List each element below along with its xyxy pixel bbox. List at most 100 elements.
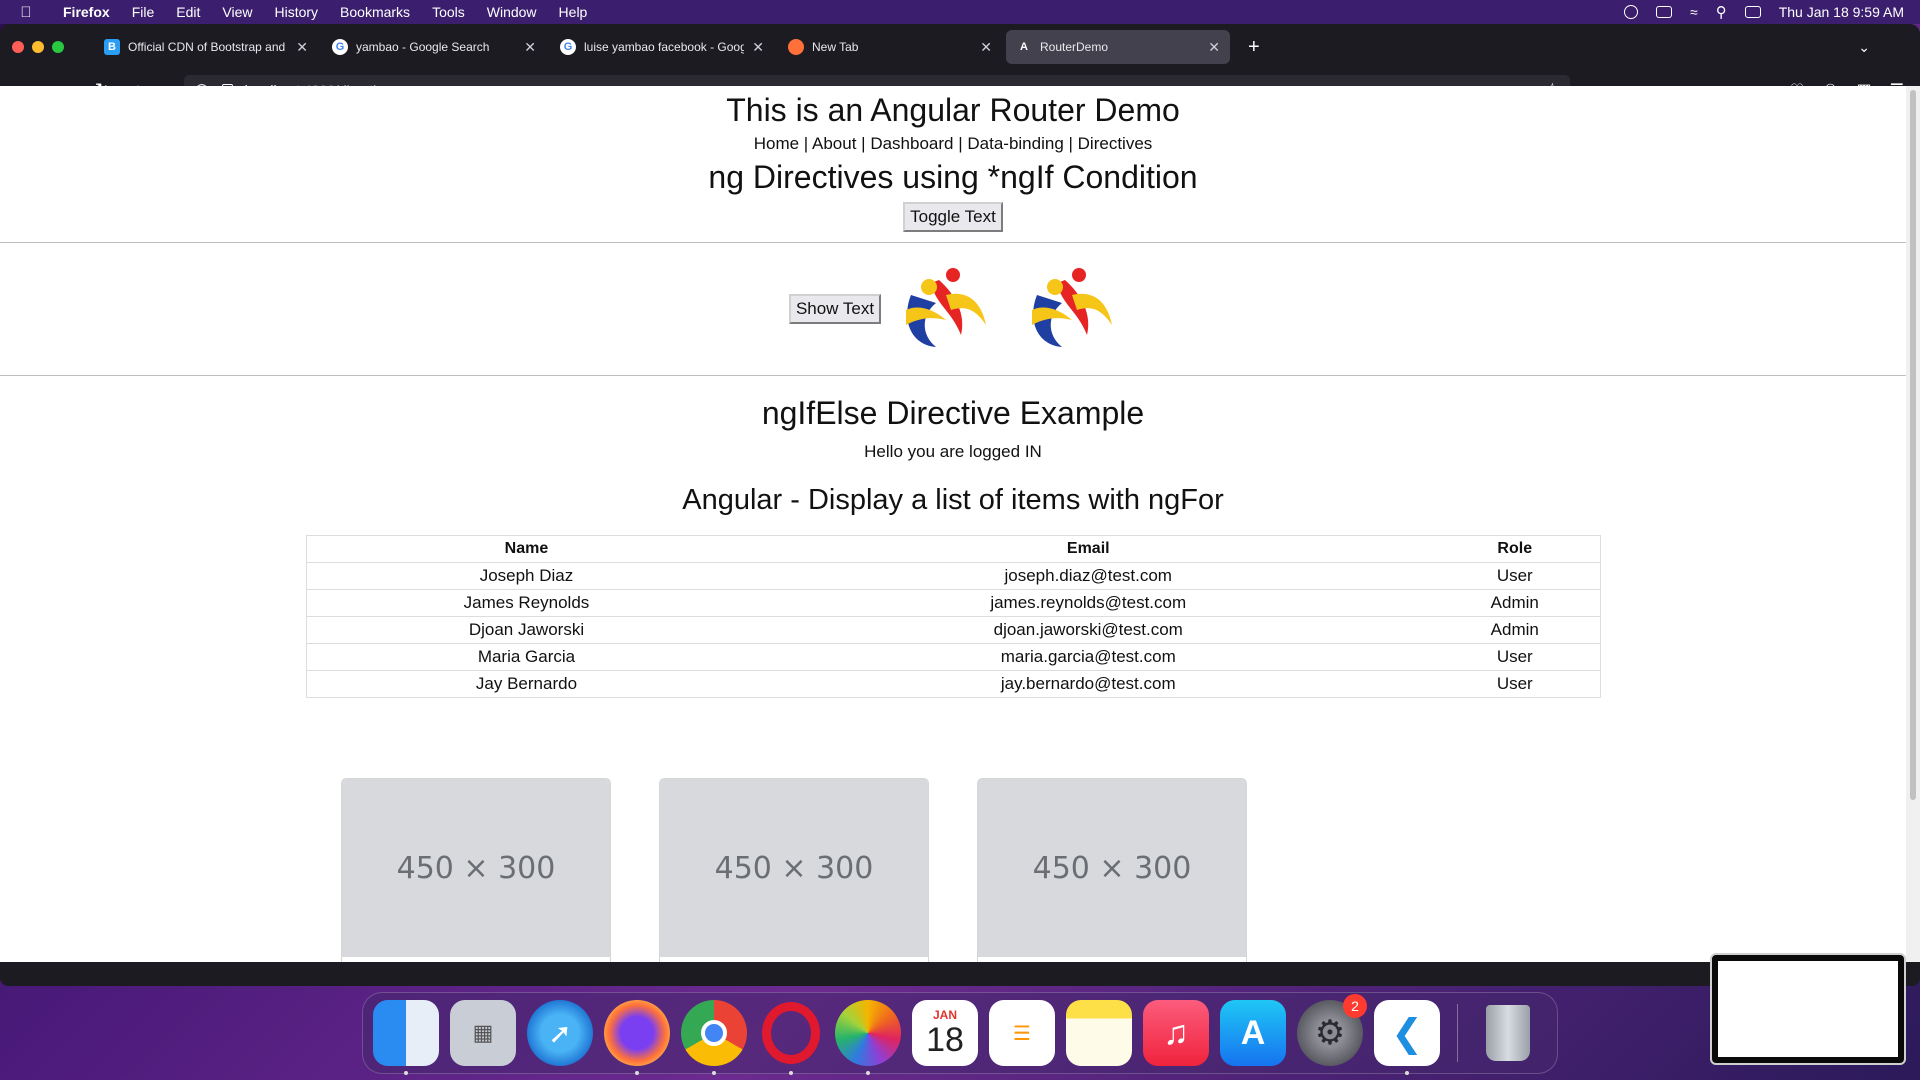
calendar-day: 18 [926,1021,964,1059]
tab-title: luise yambao facebook - Googl [584,40,745,54]
system-settings-icon[interactable]: ⚙ 2 [1297,994,1367,1066]
spotlight-search-icon[interactable]: ⚲ [1716,3,1727,21]
menu-help[interactable]: Help [548,4,599,20]
thumbnail-image [1718,961,1898,1057]
macos-dock: ▦ ➚ JAN 18 ☰ ♫ A ⚙ 2 ❮ [362,992,1558,1075]
vscode-icon[interactable]: ❮ [1374,1000,1440,1075]
running-indicator [866,1071,870,1075]
router-nav-links: Home | About | Dashboard | Data-binding … [753,134,1153,153]
music-icon[interactable]: ♫ [1143,1000,1209,1066]
google-favicon-icon: G [560,39,576,55]
zoom-window-button[interactable] [52,41,64,53]
logo-section: Show Text [0,243,1906,375]
tab-google-search[interactable]: G yambao - Google Search ✕ [322,30,546,64]
card-row: 450 × 300 450 × 300 450 × 300 [341,778,1247,962]
cell-email: joseph.diaz@test.com [746,562,1431,590]
control-center-icon[interactable] [1744,6,1761,18]
list-all-tabs-chevron-icon[interactable]: ⌄ [1858,39,1870,56]
tab-title: New Tab [812,40,859,54]
page-scrollbar[interactable] [1906,86,1920,962]
menu-history[interactable]: History [263,4,329,20]
tab-bar: B Official CDN of Bootstrap and F ✕ G ya… [0,24,1920,70]
nav-link-about[interactable]: About [812,134,856,153]
nav-link-home[interactable]: Home [754,134,799,153]
close-tab-icon[interactable]: ✕ [296,39,308,56]
notes-icon[interactable] [1066,1000,1132,1066]
page-title: This is an Angular Router Demo [726,92,1180,128]
show-text-button[interactable]: Show Text [788,294,882,324]
running-indicator [1405,1071,1409,1075]
cell-email: djoan.jaworski@test.com [746,616,1431,644]
finder-icon[interactable] [373,1000,439,1075]
app-store-icon[interactable]: A [1220,1000,1286,1066]
menu-window[interactable]: Window [476,4,548,20]
column-header-email: Email [746,535,1431,563]
nav-link-dashboard[interactable]: Dashboard [870,134,953,153]
window-controls [12,41,64,53]
cell-role: User [1430,643,1600,671]
tab-router-demo[interactable]: A RouterDemo ✕ [1006,30,1230,64]
firefox-favicon-icon [788,39,804,55]
menu-bookmarks[interactable]: Bookmarks [329,4,421,20]
chrome-icon[interactable] [681,1000,747,1075]
cell-name: Jay Bernardo [306,670,747,698]
table-row: James Reynolds james.reynolds@test.com A… [306,589,1600,617]
launchpad-icon[interactable]: ▦ [450,1000,516,1066]
cell-name: Djoan Jaworski [306,616,747,644]
toggle-text-button[interactable]: Toggle Text [903,202,1003,232]
close-tab-icon[interactable]: ✕ [980,39,992,56]
placeholder-image: 450 × 300 [660,779,928,957]
calendar-icon[interactable]: JAN 18 [912,1000,978,1066]
trash-icon[interactable] [1475,1000,1541,1066]
apple-menu-icon[interactable]:  [0,4,52,21]
cell-email: jay.bernardo@test.com [746,670,1431,698]
tab-bootstrap-cdn[interactable]: B Official CDN of Bootstrap and F ✕ [94,30,318,64]
image-card: 450 × 300 [659,778,929,962]
close-tab-icon[interactable]: ✕ [752,39,764,56]
close-tab-icon[interactable]: ✕ [524,39,536,56]
running-indicator [404,1071,408,1075]
column-header-name: Name [306,535,747,563]
close-window-button[interactable] [12,41,24,53]
directives-heading: ng Directives using *ngIf Condition [708,159,1198,195]
reminders-icon[interactable]: ☰ [989,1000,1055,1066]
menu-view[interactable]: View [211,4,263,20]
table-row: Jay Bernardo jay.bernardo@test.com User [306,670,1600,698]
running-indicator [712,1071,716,1075]
table-row: Maria Garcia maria.garcia@test.com User [306,643,1600,671]
tab-google-facebook-search[interactable]: G luise yambao facebook - Googl ✕ [550,30,774,64]
tab-new-tab[interactable]: New Tab ✕ [778,30,1002,64]
opera-icon[interactable] [758,1000,824,1075]
menu-app-firefox[interactable]: Firefox [52,4,121,20]
cell-name: Joseph Diaz [306,562,747,590]
google-favicon-icon: G [332,39,348,55]
nav-link-directives[interactable]: Directives [1078,134,1153,153]
minimize-window-button[interactable] [32,41,44,53]
nav-link-data-binding[interactable]: Data-binding [967,134,1063,153]
notification-badge: 2 [1343,994,1367,1018]
new-tab-plus-icon[interactable]: + [1248,36,1260,59]
screen-mirroring-icon[interactable] [1656,6,1672,18]
screenshot-thumbnail-preview[interactable] [1710,953,1906,1065]
safari-icon[interactable]: ➚ [527,1000,593,1066]
cell-name: Maria Garcia [306,643,747,671]
menu-tools[interactable]: Tools [421,4,476,20]
calendar-month: JAN [932,1008,957,1022]
image-card: 450 × 300 [341,778,611,962]
cell-name: James Reynolds [306,589,747,617]
firefox-icon[interactable] [604,1000,670,1075]
page-viewport: This is an Angular Router Demo Home | Ab… [0,86,1906,962]
cell-role: Admin [1430,589,1600,617]
creative-cloud-icon[interactable] [1624,5,1638,19]
image-card: 450 × 300 [977,778,1247,962]
pinoy-figures-logo-image [1032,268,1113,347]
running-indicator [635,1071,639,1075]
scrollbar-thumb[interactable] [1910,90,1916,800]
menu-edit[interactable]: Edit [165,4,211,20]
menubar-clock[interactable]: Thu Jan 18 9:59 AM [1779,4,1904,20]
menu-file[interactable]: File [121,4,166,20]
wifi-icon[interactable]: ≈ [1690,4,1698,20]
ngfor-heading: Angular - Display a list of items with n… [682,484,1224,516]
close-tab-icon[interactable]: ✕ [1208,39,1220,56]
photos-icon[interactable] [835,1000,901,1075]
